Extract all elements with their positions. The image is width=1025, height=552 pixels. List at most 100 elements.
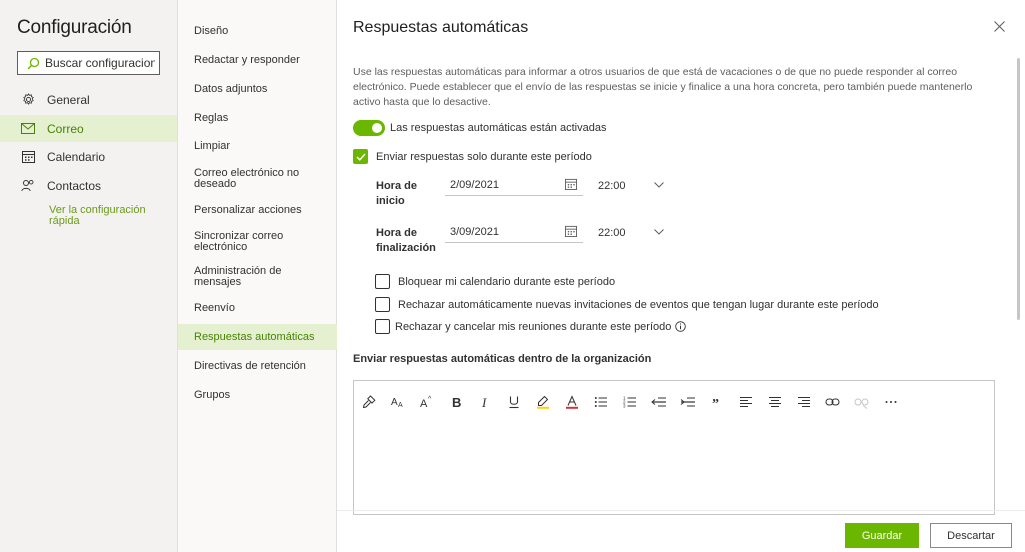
toggle-knob	[372, 123, 382, 133]
people-icon	[21, 179, 35, 193]
settings-search-input[interactable]	[45, 56, 155, 70]
subnav-item[interactable]: Grupos	[178, 384, 337, 406]
align-right-button[interactable]	[789, 391, 818, 413]
more-icon	[885, 401, 896, 403]
bold-button[interactable]: B	[441, 391, 470, 413]
nav-general-label: General	[47, 92, 90, 107]
close-button[interactable]	[991, 18, 1007, 34]
block-calendar-checkbox[interactable]	[375, 274, 390, 289]
scrollbar-thumb[interactable]	[1017, 58, 1020, 320]
discard-button[interactable]: Descartar	[930, 523, 1012, 548]
align-left-button[interactable]	[731, 391, 760, 413]
editor-toolbar: AA A ^ B I 123 ”	[354, 391, 905, 413]
decline-invites-checkbox[interactable]	[375, 297, 390, 312]
subnav-item[interactable]: Reenvío	[178, 297, 337, 319]
subnav-item[interactable]: Administración de mensajes	[178, 264, 298, 290]
format-painter-button[interactable]	[354, 391, 383, 413]
decline-invites-label: Rechazar automáticamente nuevas invitaci…	[398, 298, 879, 311]
cancel-meetings-checkbox[interactable]	[375, 319, 390, 334]
more-options-button[interactable]	[876, 391, 905, 413]
grow-font-button[interactable]: A ^	[412, 391, 441, 413]
org-replies-heading: Enviar respuestas automáticas dentro de …	[353, 353, 652, 365]
subnav-item[interactable]: Sincronizar correo electrónico	[178, 229, 298, 255]
subnav-item[interactable]: Reglas	[178, 107, 337, 129]
svg-text:A: A	[420, 398, 428, 409]
increase-indent-button[interactable]	[673, 391, 702, 413]
svg-text:B: B	[452, 395, 461, 409]
close-icon	[993, 20, 1005, 32]
start-date-picker[interactable]: 2/09/2021	[445, 174, 583, 196]
unlink-icon	[854, 398, 869, 409]
quick-settings-link[interactable]: Ver la configuración rápida	[49, 205, 159, 227]
numbering-button[interactable]: 123	[615, 391, 644, 413]
period-checkbox[interactable]	[353, 149, 368, 164]
bullets-icon	[594, 397, 607, 407]
subnav-item[interactable]: Correo electrónico no deseado	[178, 166, 308, 192]
format-painter-icon	[362, 395, 376, 409]
start-time-dropdown[interactable]: 22:00	[593, 175, 668, 197]
underline-icon	[509, 396, 518, 409]
highlight-button[interactable]	[528, 391, 557, 413]
start-time-label: Hora de inicio	[376, 180, 417, 207]
nav-calendar[interactable]: Calendario	[0, 143, 177, 170]
font-color-button[interactable]	[557, 391, 586, 413]
search-icon	[27, 57, 40, 69]
end-time-dropdown[interactable]: 22:00	[593, 222, 668, 244]
calendar-icon	[21, 150, 35, 164]
save-button[interactable]: Guardar	[845, 523, 919, 548]
footer-divider	[337, 510, 1025, 511]
start-date-value: 2/09/2021	[450, 178, 499, 191]
nav-mail-label: Correo	[47, 121, 84, 136]
subnav-item-automatic-replies[interactable]: Respuestas automáticas	[178, 324, 337, 350]
settings-search-box[interactable]	[17, 51, 160, 75]
info-icon[interactable]	[675, 321, 687, 332]
subnav-item[interactable]: Datos adjuntos	[178, 78, 337, 100]
automatic-replies-panel: Respuestas automáticas Use las respuesta…	[337, 0, 1025, 552]
reply-editor[interactable]: AA A ^ B I 123 ”	[353, 380, 995, 515]
decrease-indent-icon	[650, 397, 666, 407]
subnav-item[interactable]: Limpiar	[178, 135, 337, 157]
subnav-item[interactable]: Diseño	[178, 20, 337, 42]
nav-calendar-label: Calendario	[47, 149, 106, 164]
subnav-item[interactable]: Directivas de retención	[178, 355, 337, 377]
end-date-value: 3/09/2021	[450, 225, 499, 238]
nav-contacts[interactable]: Contactos	[0, 172, 177, 199]
align-right-icon	[797, 397, 810, 407]
bullets-button[interactable]	[586, 391, 615, 413]
subnav-item[interactable]: Redactar y responder	[178, 49, 337, 71]
subnav-item[interactable]: Personalizar acciones	[178, 199, 337, 221]
link-button[interactable]	[818, 391, 847, 413]
checkmark-icon	[356, 153, 366, 161]
nav-general[interactable]: General	[0, 86, 177, 113]
panel-title: Respuestas automáticas	[353, 19, 529, 36]
link-icon	[825, 398, 840, 406]
gear-icon	[21, 93, 35, 107]
font-size-button[interactable]: AA	[383, 391, 412, 413]
unlink-button[interactable]	[847, 391, 876, 413]
period-row: Enviar respuestas solo durante este perí…	[353, 149, 592, 164]
underline-button[interactable]	[499, 391, 528, 413]
settings-title: Configuración	[17, 17, 132, 38]
start-time-value: 22:00	[598, 180, 626, 192]
italic-button[interactable]: I	[470, 391, 499, 413]
settings-sidebar: Configuración General Correo Calendario …	[0, 0, 177, 552]
decrease-indent-button[interactable]	[644, 391, 673, 413]
period-label: Enviar respuestas solo durante este perí…	[376, 150, 592, 163]
calendar-icon	[565, 178, 577, 190]
svg-text:3: 3	[623, 404, 626, 409]
chevron-down-icon	[654, 229, 664, 235]
increase-indent-icon	[680, 397, 695, 407]
quote-button[interactable]: ”	[702, 391, 731, 413]
svg-text:I: I	[481, 395, 487, 409]
align-center-button[interactable]	[760, 391, 789, 413]
mail-icon	[21, 122, 35, 136]
calendar-icon	[565, 225, 577, 237]
grow-font-icon: A ^	[420, 396, 432, 409]
block-calendar-row: Bloquear mi calendario durante este perí…	[375, 274, 615, 289]
font-size-icon: AA	[391, 397, 403, 409]
end-date-picker[interactable]: 3/09/2021	[445, 221, 583, 243]
auto-replies-toggle[interactable]	[353, 120, 385, 136]
mail-settings-list: Diseño Redactar y responder Datos adjunt…	[177, 0, 337, 552]
nav-mail[interactable]: Correo	[0, 115, 177, 142]
nav-contacts-label: Contactos	[47, 178, 102, 193]
